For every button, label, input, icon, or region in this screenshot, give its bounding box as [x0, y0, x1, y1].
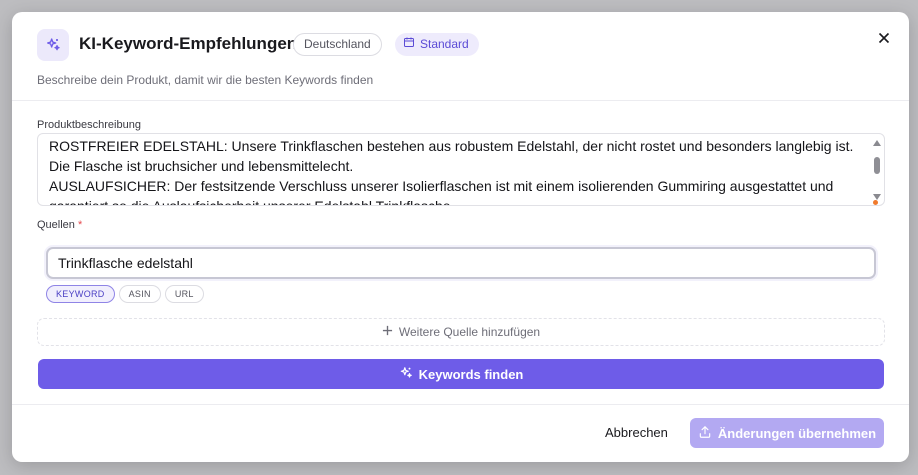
source-input[interactable]	[46, 247, 876, 279]
close-button[interactable]	[874, 28, 894, 48]
close-icon	[878, 32, 890, 44]
description-text[interactable]: ROSTFREIER EDELSTAHL: Unsere Trinkflasch…	[49, 136, 859, 205]
source-type-keyword[interactable]: KEYWORD	[46, 285, 115, 303]
country-badge: Deutschland	[293, 33, 382, 56]
scroll-thumb[interactable]	[874, 157, 880, 174]
dialog-subtitle: Beschreibe dein Produkt, damit wir die b…	[37, 73, 374, 87]
description-label: Produktbeschreibung	[37, 119, 141, 131]
find-keywords-label: Keywords finden	[418, 366, 524, 382]
cancel-button[interactable]: Abbrechen	[595, 419, 678, 447]
add-source-button[interactable]: Weitere Quelle hinzufügen	[37, 318, 885, 346]
source-type-asin[interactable]: ASIN	[118, 285, 161, 303]
description-textarea[interactable]: ROSTFREIER EDELSTAHL: Unsere Trinkflasch…	[37, 133, 885, 206]
sources-label-text: Quellen	[37, 219, 75, 231]
dialog-header: KI-Keyword-Empfehlungen Deutschland Stan…	[12, 12, 909, 101]
sources-label: Quellen *	[37, 219, 82, 231]
add-source-label: Weitere Quelle hinzufügen	[398, 325, 541, 339]
mode-badge-label: Standard	[420, 37, 469, 51]
plus-icon	[382, 325, 393, 339]
source-type-selector: KEYWORD ASIN URL	[46, 285, 204, 303]
sparkles-icon	[37, 29, 69, 61]
textarea-status-dot	[873, 200, 878, 205]
textarea-scrollbar[interactable]	[872, 137, 882, 203]
scroll-up-arrow-icon[interactable]	[873, 140, 881, 146]
calendar-icon	[403, 33, 415, 56]
find-keywords-button[interactable]: Keywords finden	[38, 359, 884, 389]
apply-changes-button[interactable]: Änderungen übernehmen	[690, 418, 884, 448]
keyword-dialog: KI-Keyword-Empfehlungen Deutschland Stan…	[12, 12, 909, 462]
apply-changes-label: Änderungen übernehmen	[717, 425, 877, 441]
sparkles-icon	[399, 366, 413, 383]
dialog-footer: Abbrechen Änderungen übernehmen	[12, 404, 909, 462]
dialog-title: KI-Keyword-Empfehlungen	[79, 34, 298, 53]
source-type-url[interactable]: URL	[164, 285, 204, 303]
required-mark: *	[77, 219, 83, 231]
upload-icon	[698, 425, 712, 442]
mode-badge: Standard	[395, 33, 479, 56]
